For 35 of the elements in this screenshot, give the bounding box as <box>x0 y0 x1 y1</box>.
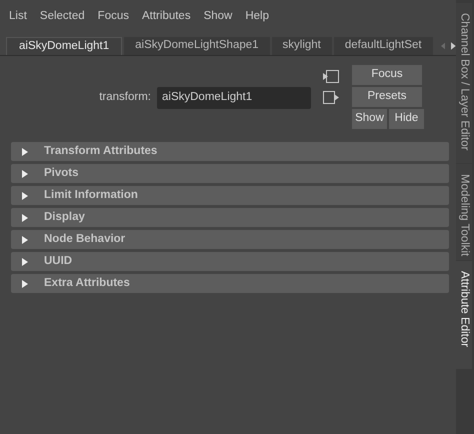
triangle-right-icon[interactable] <box>21 148 29 156</box>
side-tab[interactable]: Attribute Editor <box>456 261 472 369</box>
triangle-right-icon[interactable] <box>21 236 29 244</box>
tab[interactable]: defaultLightSet <box>334 37 433 55</box>
triangle-right-icon[interactable] <box>21 170 29 178</box>
menu-item[interactable]: Show <box>204 8 232 26</box>
menu-item[interactable]: Selected <box>40 8 85 26</box>
field-label: transform: <box>98 90 151 106</box>
menu-item[interactable]: Focus <box>98 8 129 26</box>
section-header[interactable]: Limit Information <box>11 186 449 205</box>
side-tab[interactable]: Channel Box / Layer Editor <box>456 3 472 163</box>
tab[interactable]: skylight <box>272 37 332 55</box>
section-header[interactable]: Display <box>11 208 449 227</box>
triangle-right-icon[interactable] <box>21 258 29 266</box>
presets-button[interactable]: Presets <box>352 87 422 107</box>
show-button[interactable]: Show <box>352 109 387 129</box>
output-connection-icon[interactable] <box>323 91 339 104</box>
side-tab[interactable]: Modeling Toolkit <box>456 164 472 260</box>
input-connection-icon[interactable] <box>323 70 339 83</box>
section-header[interactable]: Extra Attributes <box>11 274 449 293</box>
section-header[interactable]: Transform Attributes <box>11 142 449 161</box>
section-header[interactable]: Pivots <box>11 164 449 183</box>
triangle-right-icon[interactable] <box>21 214 29 222</box>
node-name-field[interactable]: aiSkyDomeLight1 <box>157 87 311 109</box>
menu-item[interactable]: Attributes <box>142 8 191 26</box>
triangle-right-icon[interactable] <box>21 280 29 288</box>
menu-item[interactable]: Help <box>245 8 270 26</box>
hide-button[interactable]: Hide <box>389 109 424 129</box>
menu-item[interactable]: List <box>9 8 27 26</box>
triangle-right-icon[interactable] <box>21 192 29 200</box>
tab[interactable]: aiSkyDomeLightShape1 <box>124 37 270 55</box>
section-header[interactable]: Node Behavior <box>11 230 449 249</box>
focus-button[interactable]: Focus <box>352 65 422 85</box>
section-header[interactable]: UUID <box>11 252 449 271</box>
tab[interactable]: aiSkyDomeLight1 <box>6 37 122 55</box>
